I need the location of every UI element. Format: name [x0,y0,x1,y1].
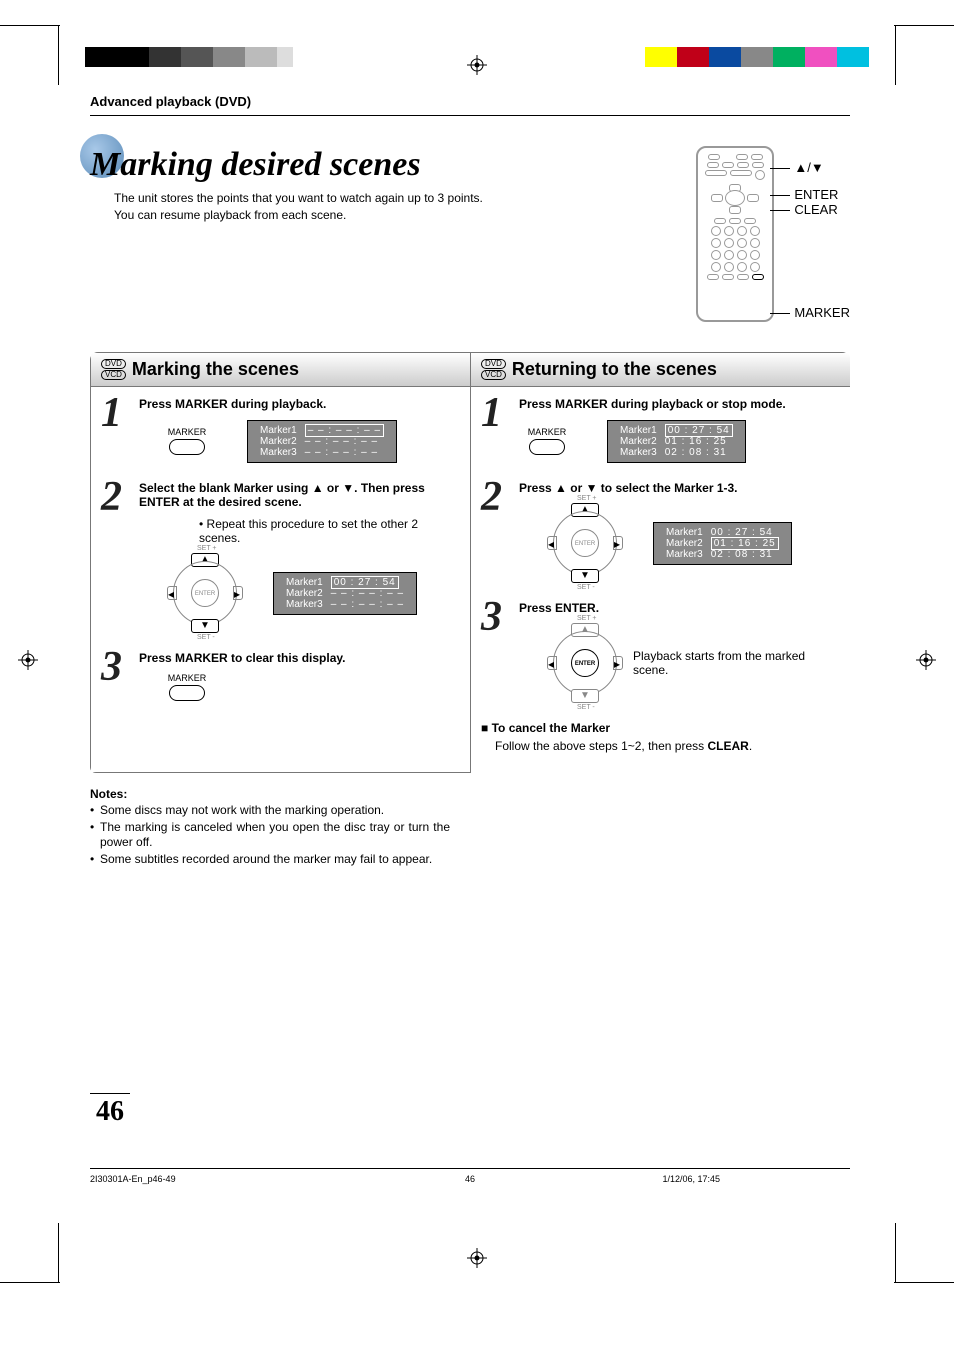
notes-section: Notes: Some discs may not work with the … [90,787,450,867]
registration-mark-icon [18,650,38,670]
step-number: 2 [481,481,511,515]
registration-mark-icon [467,55,487,75]
marking-heading: Marking the scenes [132,359,299,380]
cancel-marker-body: Follow the above steps 1~2, then press C… [481,739,840,753]
title-description: The unit stores the points that you want… [114,190,676,224]
crop-marks-top [0,0,954,80]
left-step-3: 3 Press MARKER to clear this display. MA… [101,651,460,709]
page-title: Marking desired scenes [90,146,676,184]
marker-display: Marker100 : 27 : 54 Marker2– – : – – : –… [273,572,417,615]
marker-display: Marker100 : 27 : 54 Marker201 : 16 : 25 … [607,420,746,463]
page-number: 46 [90,1093,130,1128]
note-item: Some discs may not work with the marking… [90,803,450,819]
color-bar-right [645,47,869,67]
marking-scenes-panel: DVDVCD Marking the scenes 1 Press MARKER… [90,352,470,773]
marker-button-icon: MARKER [159,427,215,455]
note-item: The marking is canceled when you open th… [90,820,450,851]
footer-filename: 2I30301A-En_p46-49 [90,1174,176,1184]
notes-title: Notes: [90,787,450,801]
returning-heading: Returning to the scenes [512,359,717,380]
left-step-2: 2 Select the blank Marker using ▲ or ▼. … [101,481,460,633]
page-title-text: Marking desired scenes [90,146,421,183]
color-bar-left [85,47,293,67]
page-body: Advanced playback (DVD) Marking desired … [60,80,880,1168]
remote-control-icon [696,146,774,322]
crop-marks-bottom [0,1228,954,1308]
remote-label-clear: CLEAR [782,202,850,217]
remote-label-enter: ENTER [782,187,850,202]
right-step-2: 2 Press ▲ or ▼ to select the Marker 1-3.… [481,481,840,583]
print-footer: 2I30301A-En_p46-49 46 1/12/06, 17:45 [60,1168,880,1228]
step-number: 2 [101,481,131,515]
marker-button-icon: MARKER [519,427,575,455]
dpad-enter-icon: SET + ▲ ◂ ENTER ▸ ▼ SET - [549,627,621,699]
left-step-1: 1 Press MARKER during playback. MARKER M… [101,397,460,463]
registration-mark-icon [916,650,936,670]
step-number: 1 [481,397,511,431]
step-note: Playback starts from the marked scene. [633,649,840,677]
step-number: 3 [481,601,511,635]
returning-scenes-panel: DVDVCD Returning to the scenes 1 Press M… [470,352,850,773]
remote-labels: ▲/▼ ENTER CLEAR MARKER [782,146,850,322]
remote-label-updown: ▲/▼ [782,160,850,175]
disc-type-badge: DVDVCD [481,359,506,380]
marker-display: Marker1– – : – – : – – Marker2– – : – – … [247,420,397,463]
step-number: 1 [101,397,131,431]
section-heading: Advanced playback (DVD) [90,90,850,116]
right-step-1: 1 Press MARKER during playback or stop m… [481,397,840,463]
registration-mark-icon [467,1248,487,1268]
cancel-marker-heading: To cancel the Marker [481,721,840,735]
dpad-icon: SET + ▲ ◂ ENTER ▸ ▼ SET - [549,507,621,579]
marker-button-icon: MARKER [159,673,215,701]
right-step-3: 3 Press ENTER. SET + ▲ ◂ ENTER ▸ ▼ [481,601,840,703]
remote-label-marker: MARKER [782,305,850,320]
step-number: 3 [101,651,131,685]
remote-diagram: ▲/▼ ENTER CLEAR MARKER [696,146,850,322]
footer-pagenum: 46 [465,1174,475,1184]
disc-type-badge: DVDVCD [101,359,126,380]
marker-display: Marker100 : 27 : 54 Marker201 : 16 : 25 … [653,522,792,565]
note-item: Some subtitles recorded around the marke… [90,852,450,868]
footer-timestamp: 1/12/06, 17:45 [662,1174,720,1184]
dpad-icon: SET + ▲ ◂ ENTER ▸ ▼ SET - [169,557,241,629]
